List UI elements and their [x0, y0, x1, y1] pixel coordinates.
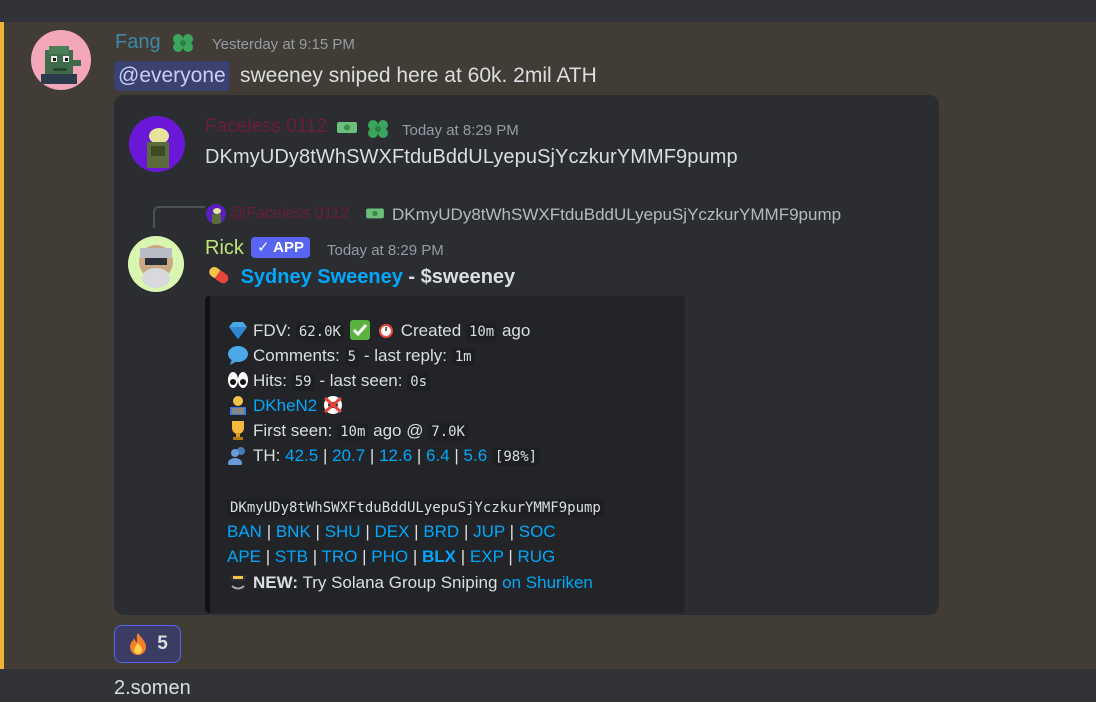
forwarded-author[interactable]: Faceless 0112	[205, 116, 327, 138]
old-man-icon	[139, 245, 173, 288]
token-ticker: $sweeney	[420, 266, 516, 288]
comments-line: Comments: 5 - last reply: 1m	[227, 345, 475, 366]
th-value[interactable]: 5.6	[464, 446, 488, 465]
link-soc[interactable]: SOC	[519, 522, 556, 541]
pill-icon	[209, 266, 229, 284]
diamond-icon	[229, 322, 247, 339]
link-pho[interactable]: PHO	[371, 547, 408, 566]
last-reply-label: - last reply:	[363, 346, 447, 365]
hits-value: 59	[291, 373, 315, 391]
bot-author[interactable]: Rick	[205, 237, 244, 260]
cash-badge-icon	[337, 122, 357, 133]
th-value[interactable]: 12.6	[379, 446, 412, 465]
no-pill-icon	[324, 396, 342, 414]
reply-text[interactable]: DKmyUDy8tWhSWXFtduBddULyepuSjYczkurYMMF9…	[392, 205, 841, 225]
speech-bubble-icon	[228, 346, 248, 365]
last-seen-value: 0s	[407, 373, 431, 391]
faceless-avatar[interactable]	[129, 116, 185, 172]
last-reply-value: 1m	[451, 348, 475, 366]
token-name-link[interactable]: Sydney Sweeney	[241, 266, 403, 288]
shuriken-icon	[230, 575, 246, 590]
eyes-icon	[228, 372, 248, 388]
link-rug[interactable]: RUG	[517, 547, 555, 566]
message-timestamp: Yesterday at 9:15 PM	[212, 36, 355, 53]
fang-avatar[interactable]	[31, 30, 91, 90]
reaction-count: 5	[157, 633, 168, 654]
fdv-line: FDV: 62.0K Created 10m ago	[227, 320, 530, 341]
last-seen-label: - last seen:	[319, 371, 403, 390]
reply-connector	[153, 206, 205, 228]
clover-badge-icon	[173, 34, 193, 52]
links-row-1: BAN | BNK | SHU | DEX | BRD | JUP | SOC	[227, 522, 556, 541]
contract-address[interactable]: DKmyUDy8tWhSWXFtduBddULyepuSjYczkurYMMF9…	[227, 499, 604, 517]
links-row-2: APE | STB | TRO | PHO | BLX | EXP | RUG	[227, 547, 556, 566]
clover-badge-icon	[368, 120, 388, 138]
title-separator: -	[402, 266, 421, 288]
cash-badge-icon	[366, 208, 384, 219]
dev-line: DKheN2	[227, 395, 348, 416]
first-seen-line: First seen: 10m ago @ 7.0K	[227, 420, 468, 441]
first-seen-value: 10m	[337, 423, 369, 441]
first-seen-price: 7.0K	[428, 423, 468, 441]
fire-icon	[130, 633, 147, 655]
link-ape[interactable]: APE	[227, 547, 261, 566]
app-tag: ✓ APP	[251, 237, 311, 258]
alarm-clock-icon	[378, 324, 393, 338]
first-seen-label: First seen:	[253, 421, 333, 440]
developer-icon	[230, 396, 246, 415]
promo-line: NEW: Try Solana Group Sniping on Shurike…	[227, 572, 593, 593]
link-jup[interactable]: JUP	[473, 522, 505, 541]
fdv-value: 62.0K	[295, 323, 344, 341]
trophy-icon	[232, 421, 244, 440]
pixel-frog-icon	[41, 46, 81, 84]
link-shu[interactable]: SHU	[325, 522, 361, 541]
hooded-figure-icon	[147, 128, 169, 168]
created-suffix: ago	[501, 321, 531, 340]
users-icon	[228, 447, 245, 465]
link-brd[interactable]: BRD	[423, 522, 459, 541]
link-exp[interactable]: EXP	[470, 547, 504, 566]
promo-link[interactable]: on Shuriken	[502, 573, 593, 592]
link-tro[interactable]: TRO	[322, 547, 358, 566]
check-mark-icon	[349, 320, 370, 340]
fdv-label: FDV:	[253, 321, 292, 340]
top-holders-line: TH: 42.5 | 20.7 | 12.6 | 6.4 | 5.6 [98%]	[227, 445, 541, 466]
link-dex[interactable]: DEX	[374, 522, 409, 541]
hooded-figure-icon	[212, 208, 221, 224]
everyone-mention[interactable]: @everyone	[114, 61, 230, 91]
link-blx[interactable]: BLX	[422, 547, 456, 566]
comments-value: 5	[344, 348, 360, 366]
fire-reaction-button[interactable]: 5	[114, 625, 181, 663]
promo-text: Try Solana Group Sniping	[302, 573, 498, 592]
next-message-text: 2.somen	[114, 677, 191, 699]
hits-line: Hits: 59 - last seen: 0s	[227, 370, 431, 391]
th-label: TH:	[253, 446, 281, 465]
first-seen-mid: ago @	[373, 421, 424, 440]
bot-timestamp: Today at 8:29 PM	[327, 242, 444, 259]
hits-label: Hits:	[253, 371, 287, 390]
link-stb[interactable]: STB	[275, 547, 308, 566]
created-label: Created	[400, 321, 462, 340]
th-value[interactable]: 6.4	[426, 446, 450, 465]
th-total: [98%]	[491, 448, 541, 466]
contract-line: DKmyUDy8tWhSWXFtduBddULyepuSjYczkurYMMF9…	[227, 497, 604, 517]
link-ban[interactable]: BAN	[227, 522, 262, 541]
token-title: Sydney Sweeney - $sweeney	[205, 266, 515, 289]
link-bnk[interactable]: BNK	[276, 522, 311, 541]
reply-avatar[interactable]	[206, 204, 226, 224]
forwarded-timestamp: Today at 8:29 PM	[402, 122, 519, 139]
message-author[interactable]: Fang	[115, 31, 161, 54]
th-value[interactable]: 42.5	[285, 446, 318, 465]
promo-new-label: NEW:	[253, 573, 299, 592]
message-text: sweeney sniped here at 60k. 2mil ATH	[240, 64, 597, 87]
rick-avatar[interactable]	[128, 236, 184, 292]
previous-message-strip	[0, 0, 1096, 22]
reply-author[interactable]: @Faceless 0112	[230, 205, 349, 223]
comments-label: Comments:	[253, 346, 340, 365]
th-value[interactable]: 20.7	[332, 446, 365, 465]
forwarded-content: DKmyUDy8tWhSWXFtduBddULyepuSjYczkurYMMF9…	[205, 146, 738, 168]
dev-wallet-link[interactable]: DKheN2	[253, 396, 317, 415]
created-value: 10m	[465, 323, 498, 341]
